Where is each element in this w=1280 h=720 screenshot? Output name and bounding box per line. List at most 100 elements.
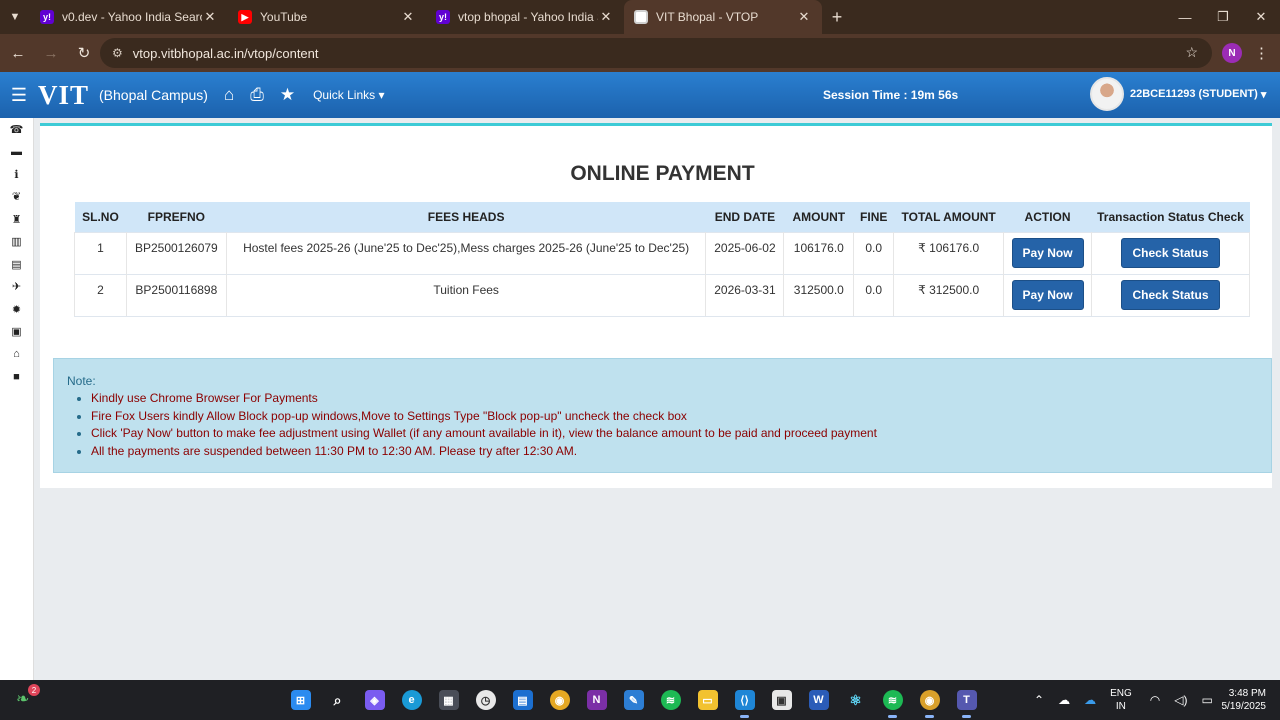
table-row: 2 BP2500116898 Tuition Fees 2026-03-31 3… bbox=[74, 273, 1251, 317]
check-status-button[interactable]: Check Status bbox=[1121, 280, 1220, 310]
volume-icon[interactable]: ◁) bbox=[1174, 693, 1187, 707]
settings-cog-icon[interactable]: ✹ bbox=[0, 298, 33, 321]
lang-bottom: IN bbox=[1115, 701, 1126, 712]
quick-links-dropdown[interactable]: Quick Links ▾ bbox=[313, 88, 384, 102]
info-icon[interactable]: ℹ bbox=[0, 163, 33, 186]
institution-icon[interactable]: ▥ bbox=[0, 231, 33, 254]
hamburger-menu-icon[interactable]: ☰ bbox=[0, 85, 38, 106]
action-cell: Pay Now bbox=[1003, 231, 1092, 274]
caret-down-icon: ▾ bbox=[1257, 88, 1267, 101]
calendar-icon[interactable]: ▤ bbox=[504, 680, 541, 720]
browser-tab-strip: ▼ y! v0.dev - Yahoo India Search Re ✕ ▶ … bbox=[0, 0, 1280, 34]
window-controls: — ❐ ✕ bbox=[1166, 0, 1280, 34]
tab-title: v0.dev - Yahoo India Search Re bbox=[62, 10, 202, 24]
fine-cell: 0.0 bbox=[853, 273, 895, 317]
wifi-icon[interactable]: ◠ bbox=[1150, 693, 1160, 707]
close-icon[interactable]: ✕ bbox=[598, 9, 614, 25]
copilot-icon[interactable]: ◈ bbox=[356, 680, 393, 720]
onedrive-icon[interactable]: ☁ bbox=[1084, 693, 1096, 707]
browser-tab[interactable]: y! v0.dev - Yahoo India Search Re ✕ bbox=[30, 0, 228, 34]
clock[interactable]: 3:48 PM 5/19/2025 bbox=[1214, 687, 1267, 713]
check-status-button[interactable]: Check Status bbox=[1121, 238, 1220, 268]
chevron-up-icon[interactable]: ⌃ bbox=[1034, 693, 1044, 707]
home-icon[interactable]: ⌂ bbox=[224, 85, 234, 105]
close-icon[interactable]: ✕ bbox=[796, 9, 812, 25]
end-date-cell: 2026-03-31 bbox=[705, 273, 785, 317]
tab-title: vtop bhopal - Yahoo India Sear bbox=[458, 10, 598, 24]
book-icon[interactable]: ▤ bbox=[0, 253, 33, 276]
note-item: Fire Fox Users kindly Allow Block pop-up… bbox=[91, 408, 1258, 426]
edge-icon[interactable]: e bbox=[393, 680, 430, 720]
pay-now-button[interactable]: Pay Now bbox=[1011, 280, 1084, 310]
spotify-app-icon[interactable]: ≋ bbox=[874, 680, 911, 720]
column-header: ACTION bbox=[1003, 202, 1092, 232]
tab-title: VIT Bhopal - VTOP bbox=[656, 10, 759, 24]
chrome-profile-icon[interactable]: ◉ bbox=[911, 680, 948, 720]
vit-logo[interactable]: VIT bbox=[38, 80, 89, 111]
fees-head-cell: Tuition Fees bbox=[226, 273, 707, 317]
vscode-icon[interactable]: ⟨⟩ bbox=[726, 680, 763, 720]
fine-cell: 0.0 bbox=[853, 231, 895, 274]
clock-date: 5/19/2025 bbox=[1221, 701, 1267, 712]
briefcase-icon[interactable]: ▬ bbox=[0, 141, 33, 164]
new-tab-icon[interactable]: + bbox=[822, 0, 852, 34]
close-icon[interactable]: ✕ bbox=[202, 9, 218, 25]
store-icon[interactable]: ▣ bbox=[763, 680, 800, 720]
url-input[interactable]: ⚙ vtop.vitbhopal.ac.in/vtop/content ☆ bbox=[100, 38, 1212, 68]
profile-avatar[interactable]: N bbox=[1222, 43, 1242, 63]
react-icon[interactable]: ⚛ bbox=[837, 680, 874, 720]
file-explorer-icon[interactable]: ▭ bbox=[689, 680, 726, 720]
session-timer: Session Time : 19m 56s bbox=[823, 88, 959, 102]
user-menu[interactable]: 22BCE11293 (STUDENT) ▾ bbox=[1090, 77, 1266, 111]
quick-links-label: Quick Links bbox=[313, 88, 376, 102]
lock-icon[interactable]: ■ bbox=[0, 366, 33, 389]
battery-icon[interactable]: ▭ bbox=[1201, 693, 1212, 707]
start-icon[interactable]: ⊞ bbox=[282, 680, 319, 720]
clock-icon[interactable]: ◷ bbox=[467, 680, 504, 720]
minimize-icon[interactable]: — bbox=[1166, 0, 1204, 34]
note-item: Kindly use Chrome Browser For Payments bbox=[91, 390, 1258, 408]
paw-icon[interactable]: ❦ bbox=[0, 186, 33, 209]
tab-title: YouTube bbox=[260, 10, 308, 24]
page-title: ONLINE PAYMENT bbox=[570, 162, 755, 185]
bookmark-star-icon[interactable]: ☆ bbox=[1185, 44, 1198, 61]
note-list: Kindly use Chrome Browser For Payments F… bbox=[91, 390, 1258, 460]
widgets-icon[interactable]: ❧ 2 bbox=[16, 684, 40, 711]
browser-tab[interactable]: ▶ YouTube ✕ bbox=[228, 0, 426, 34]
close-icon[interactable]: ✕ bbox=[400, 9, 416, 25]
table-header-row: SL.NO FPREFNO FEES HEADS END DATE AMOUNT… bbox=[74, 202, 1250, 232]
restore-icon[interactable]: ❐ bbox=[1204, 0, 1242, 34]
graduation-cap-icon[interactable]: ♜ bbox=[0, 208, 33, 231]
payment-panel: ONLINE PAYMENT SL.NO FPREFNO FEES HEADS … bbox=[40, 123, 1272, 488]
site-info-icon[interactable]: ⚙ bbox=[112, 46, 123, 60]
sl-no-cell: 2 bbox=[74, 273, 127, 317]
favorites-star-icon[interactable]: ★ bbox=[280, 85, 295, 105]
print-icon[interactable]: ⎙ bbox=[250, 85, 264, 105]
paint-icon[interactable]: ✎ bbox=[615, 680, 652, 720]
phone-icon[interactable]: ☎ bbox=[0, 118, 33, 141]
notification-badge: 2 bbox=[28, 684, 40, 696]
browser-menu-icon[interactable]: ⋮ bbox=[1254, 44, 1269, 62]
tab-search-icon[interactable]: ▼ bbox=[0, 0, 30, 34]
calculator-icon[interactable]: ▦ bbox=[430, 680, 467, 720]
fprefno-cell: BP2500126079 bbox=[126, 231, 227, 274]
spotify-icon[interactable]: ≋ bbox=[652, 680, 689, 720]
browser-tab[interactable]: y! vtop bhopal - Yahoo India Sear ✕ bbox=[426, 0, 624, 34]
search-icon[interactable]: ⌕ bbox=[319, 680, 356, 720]
plane-icon[interactable]: ✈ bbox=[0, 276, 33, 299]
cloud-icon[interactable]: ☁ bbox=[1058, 693, 1070, 707]
reload-icon[interactable]: ↻ bbox=[69, 38, 99, 68]
forward-icon[interactable]: → bbox=[36, 38, 66, 68]
system-tray: ⌃ ☁ ☁ ENG IN ◠ ◁) ▭ bbox=[1034, 680, 1227, 720]
onenote-icon[interactable]: N bbox=[578, 680, 615, 720]
close-window-icon[interactable]: ✕ bbox=[1242, 0, 1280, 34]
money-icon[interactable]: ▣ bbox=[0, 321, 33, 344]
word-icon[interactable]: W bbox=[800, 680, 837, 720]
language-indicator[interactable]: ENG IN bbox=[1110, 687, 1132, 713]
teams-icon[interactable]: T bbox=[948, 680, 985, 720]
chrome-icon[interactable]: ◉ bbox=[541, 680, 578, 720]
browser-tab-active[interactable]: VIT Bhopal - VTOP ✕ bbox=[624, 0, 822, 34]
back-icon[interactable]: ← bbox=[3, 38, 33, 68]
home-small-icon[interactable]: ⌂ bbox=[0, 343, 33, 366]
pay-now-button[interactable]: Pay Now bbox=[1011, 238, 1084, 268]
